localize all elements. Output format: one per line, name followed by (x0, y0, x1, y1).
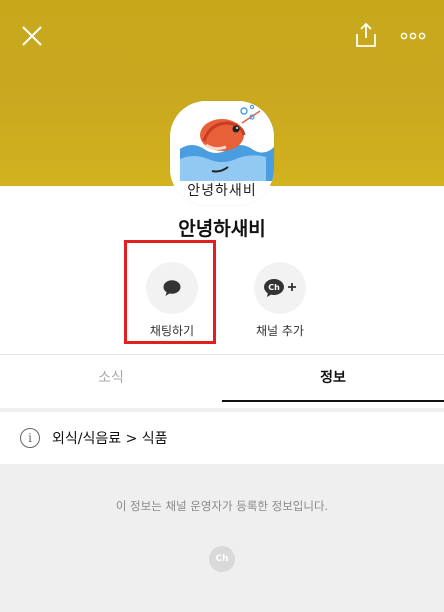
channel-name: 안녕하새비 (178, 218, 266, 240)
add-channel-button-circle[interactable]: Ch (254, 262, 306, 314)
tab-bar: 소식 정보 (0, 354, 444, 402)
tab-info[interactable]: 정보 (222, 355, 444, 402)
add-channel-button-label: 채널 추가 (256, 324, 304, 338)
close-icon (22, 26, 42, 46)
share-icon (356, 22, 376, 47)
more-button[interactable] (400, 28, 426, 42)
share-button[interactable] (354, 22, 378, 48)
channel-logo-icon: Ch (209, 546, 235, 572)
category-text: 외식/식음료 > 식품 (52, 431, 168, 447)
tab-news[interactable]: 소식 (0, 355, 222, 402)
highlight-annotation-box (124, 240, 216, 344)
close-button[interactable] (20, 24, 44, 48)
channel-add-icon: Ch (264, 279, 296, 297)
info-icon: i (20, 428, 40, 448)
more-icon (400, 32, 426, 40)
add-channel-button[interactable]: Ch 채널 추가 (234, 262, 326, 339)
info-note: 이 정보는 채널 운영자가 등록한 정보입니다. (115, 499, 329, 513)
avatar-caption: 안녕하새비 (187, 183, 257, 199)
channel-add-icon-text: Ch (268, 283, 280, 292)
category-row: i 외식/식음료 > 식품 (0, 412, 444, 464)
